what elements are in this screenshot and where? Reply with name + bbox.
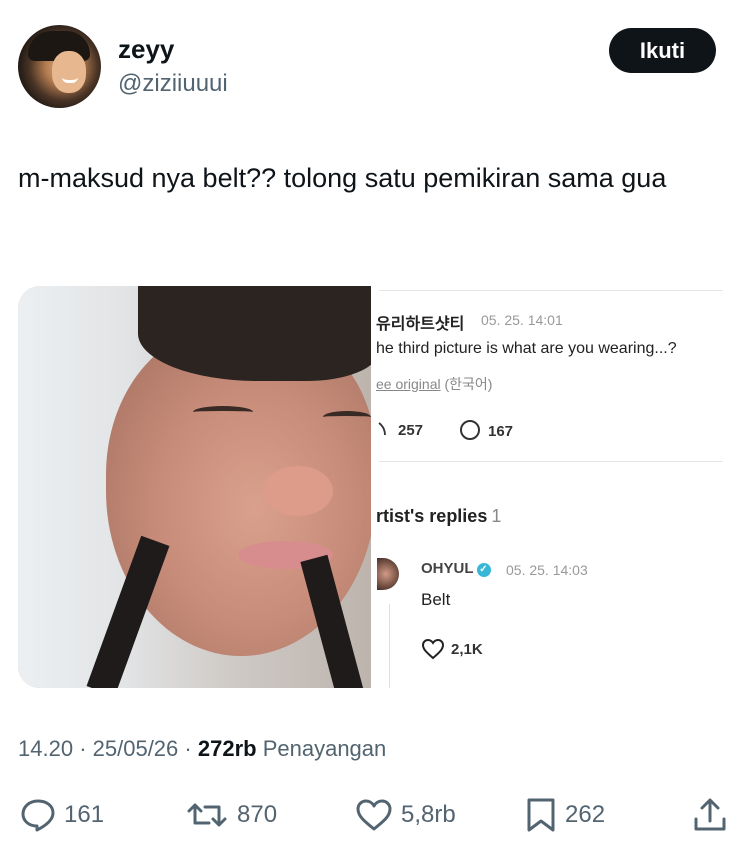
- like-icon: [356, 799, 392, 831]
- reply-count: 161: [64, 801, 105, 828]
- reply-avatar: [377, 558, 399, 590]
- verified-icon: ✓: [476, 563, 491, 577]
- comment-username: 유리하트샷티: [376, 316, 465, 333]
- comment-likes: 257: [376, 420, 423, 439]
- reply-name: OHYUL ✓: [421, 560, 491, 577]
- photo-nose: [263, 466, 333, 516]
- heart-icon: [421, 638, 445, 660]
- meta-separator: ·: [79, 736, 87, 761]
- bookmark-button[interactable]: 262: [525, 790, 605, 840]
- bookmark-count: 262: [565, 801, 606, 828]
- comment-comments-count: 167: [488, 423, 514, 440]
- bookmark-icon: [527, 798, 555, 832]
- language-label: (한국어): [444, 376, 493, 392]
- photo-eye-left: [193, 406, 253, 418]
- comment-time: 05. 25. 14:01: [481, 312, 563, 328]
- selfie-photo[interactable]: [18, 286, 371, 688]
- share-button[interactable]: [692, 790, 728, 840]
- reply-likes: 2,1K: [421, 638, 483, 660]
- reply-icon: [21, 799, 55, 832]
- see-original-link: ee original (한국어): [376, 374, 492, 394]
- see-original-label: ee original: [376, 376, 441, 392]
- avatar[interactable]: [18, 25, 101, 108]
- heart-icon: [378, 422, 386, 436]
- repost-icon: [187, 803, 227, 827]
- views-count: 272rb: [197, 736, 257, 761]
- comment-bubble-icon: [460, 420, 480, 440]
- like-count: 5,8rb: [401, 801, 456, 828]
- meta-separator: ·: [184, 736, 192, 761]
- comment-text: he third picture is what are you wearing…: [376, 340, 677, 357]
- reply-time: 05. 25. 14:03: [506, 562, 588, 578]
- avatar-face: [52, 51, 86, 93]
- replies-title-label: rtist's replies: [376, 506, 488, 526]
- tweet-date[interactable]: 25/05/26: [93, 736, 179, 761]
- comment-likes-count: 257: [398, 422, 424, 439]
- tweet-time[interactable]: 14.20: [18, 736, 73, 761]
- reply-thread-line: [389, 604, 390, 688]
- like-button[interactable]: 5,8rb: [355, 790, 456, 840]
- divider: [379, 290, 723, 291]
- user-handle[interactable]: @ziziiuuui: [118, 70, 228, 98]
- photo-eye-right: [323, 411, 371, 423]
- tweet-text: m-maksud nya belt?? tolong satu pemikira…: [18, 163, 667, 193]
- comment-screenshot[interactable]: 유리하트샷티 05. 25. 14:01 he third picture is…: [371, 286, 733, 688]
- photo-fringe: [138, 286, 371, 381]
- follow-button[interactable]: Ikuti: [609, 28, 716, 73]
- display-name[interactable]: zeyy: [118, 34, 174, 65]
- reply-button[interactable]: 161: [20, 790, 104, 840]
- action-bar: 161 870 5,8rb 262: [0, 790, 750, 840]
- replies-title: rtist's replies 1: [376, 506, 501, 527]
- comment-comments: 167: [460, 420, 513, 440]
- tweet-header: zeyy @ziziiuuui Ikuti: [0, 0, 750, 120]
- replies-count: 1: [491, 506, 502, 526]
- share-icon: [694, 798, 726, 831]
- reply-name-label: OHYUL: [421, 560, 474, 577]
- reply-likes-count: 2,1K: [451, 640, 483, 658]
- tweet-meta: 14.20 · 25/05/26 · 272rb Penayangan: [18, 736, 386, 762]
- repost-button[interactable]: 870: [185, 790, 277, 840]
- divider: [379, 461, 723, 462]
- views-label: Penayangan: [262, 736, 387, 761]
- tweet-media[interactable]: 유리하트샷티 05. 25. 14:01 he third picture is…: [18, 286, 733, 688]
- repost-count: 870: [237, 801, 278, 828]
- reply-text: Belt: [421, 590, 451, 609]
